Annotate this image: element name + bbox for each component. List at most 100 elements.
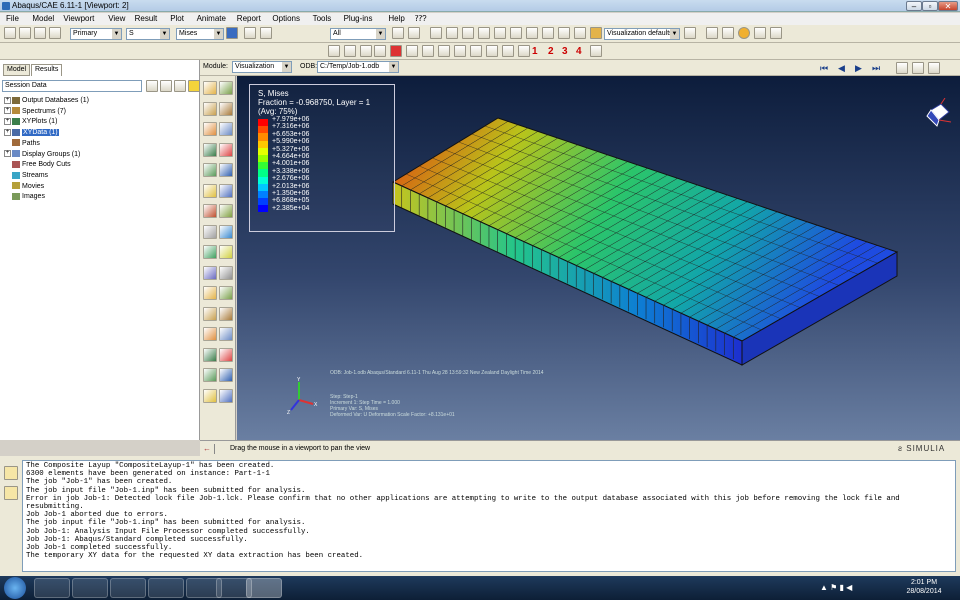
view-cube-icon[interactable]: [923, 97, 957, 128]
menu-4[interactable]: Result: [135, 14, 158, 23]
toolbox-tool-icon[interactable]: [203, 347, 217, 362]
chrome-icon[interactable]: [148, 578, 184, 598]
toolbox-tool-icon[interactable]: [219, 163, 233, 177]
toolbox-tool-icon[interactable]: [219, 286, 233, 300]
rotate-icon[interactable]: [344, 45, 356, 57]
toolbox-tool-icon[interactable]: [203, 388, 217, 403]
toolbox-tool-icon[interactable]: [219, 306, 233, 321]
toolbox-tool-icon[interactable]: [219, 245, 233, 259]
pan-icon[interactable]: [328, 45, 340, 57]
toolbox-tool-icon[interactable]: [219, 224, 233, 239]
toolbox-tool-icon[interactable]: [219, 327, 233, 341]
tree-tool-icon-1[interactable]: [146, 80, 158, 92]
tree-item[interactable]: + Display Groups (1): [4, 150, 80, 159]
menu-11[interactable]: Help: [388, 14, 404, 23]
explorer-icon[interactable]: [72, 578, 108, 598]
open-file-icon[interactable]: [19, 27, 31, 39]
toolbox-tool-icon[interactable]: [219, 388, 233, 403]
toolbox-tool-icon[interactable]: [203, 81, 217, 95]
expand-icon[interactable]: [4, 139, 11, 146]
tool-icon-9[interactable]: [526, 27, 538, 39]
expand-icon[interactable]: +: [4, 107, 11, 115]
menu-7[interactable]: Report: [237, 14, 261, 23]
back-arrow-icon[interactable]: ←: [203, 444, 211, 453]
tool-icon-17[interactable]: [770, 27, 782, 39]
tool-icon-2[interactable]: [408, 27, 420, 39]
step-select[interactable]: Primary ▼: [70, 28, 122, 40]
toolbox-tool-icon[interactable]: [203, 306, 217, 321]
view-2-button[interactable]: 2: [548, 46, 554, 57]
abaqus-task-icon[interactable]: [246, 578, 282, 598]
view-4-button[interactable]: 4: [576, 46, 582, 57]
toolbox-tool-icon[interactable]: [203, 183, 217, 198]
toolbox-tool-icon[interactable]: [203, 122, 217, 136]
tool-icon-18[interactable]: [896, 62, 908, 74]
tab-results[interactable]: Results: [31, 64, 63, 76]
palette-icon[interactable]: [590, 27, 602, 39]
expand-icon[interactable]: +: [4, 128, 11, 136]
tool-icon-10[interactable]: [542, 27, 554, 39]
zoom-icon[interactable]: [374, 45, 386, 57]
odb-select[interactable]: C:/Temp/Job-1.odb ▼: [317, 61, 399, 73]
view-right-icon[interactable]: [502, 45, 514, 57]
toolbox-tool-icon[interactable]: [203, 163, 217, 177]
pause-icon[interactable]: [244, 27, 256, 39]
last-frame-icon[interactable]: ⏭: [872, 63, 880, 74]
close-button[interactable]: ✕: [938, 1, 958, 11]
view-left-icon[interactable]: [486, 45, 498, 57]
minimize-button[interactable]: –: [906, 1, 922, 11]
view-front-icon[interactable]: [422, 45, 434, 57]
toolbox-tool-icon[interactable]: [219, 204, 233, 218]
tab-model[interactable]: Model: [3, 64, 31, 76]
view-1-button[interactable]: 1: [532, 46, 538, 57]
invariant-select[interactable]: Mises ▼: [176, 28, 224, 40]
maximize-button[interactable]: ▫: [922, 1, 938, 11]
expand-icon[interactable]: [4, 172, 11, 179]
tool-icon-16[interactable]: [754, 27, 766, 39]
session-select[interactable]: Session Data: [2, 80, 142, 92]
tool-icon-4[interactable]: [446, 27, 458, 39]
menu-12[interactable]: ⁇?: [415, 14, 427, 23]
toolbox-tool-icon[interactable]: [219, 183, 233, 198]
toolbox-tool-icon[interactable]: [219, 347, 233, 362]
start-button[interactable]: [4, 577, 26, 599]
box-zoom-icon[interactable]: [390, 45, 402, 57]
tree-item[interactable]: Streams: [4, 171, 48, 180]
bulb-icon[interactable]: [188, 80, 200, 92]
toolbox-tool-icon[interactable]: [203, 245, 217, 259]
toolbox-tool-icon[interactable]: [203, 327, 217, 341]
expand-icon[interactable]: +: [4, 150, 11, 158]
toolbox-tool-icon[interactable]: [203, 204, 217, 218]
view-back-icon[interactable]: [438, 45, 450, 57]
tree-item[interactable]: + Spectrums (7): [4, 107, 66, 116]
stack-icon[interactable]: [260, 27, 272, 39]
view-iso-icon[interactable]: [518, 45, 530, 57]
tree-item[interactable]: + Output Databases (1): [4, 96, 89, 105]
toolbox-tool-icon[interactable]: [219, 265, 233, 280]
toolbox-tool-icon[interactable]: [203, 142, 217, 157]
toolbox-tool-icon[interactable]: [203, 101, 217, 116]
expand-icon[interactable]: +: [4, 118, 11, 126]
tree-tool-icon-2[interactable]: [160, 80, 172, 92]
tree-item[interactable]: Images: [4, 192, 45, 201]
tree-tool-icon-3[interactable]: [174, 80, 186, 92]
toolbox-tool-icon[interactable]: [219, 142, 233, 157]
auto-fit-icon[interactable]: [406, 45, 418, 57]
view-bottom-icon[interactable]: [470, 45, 482, 57]
next-frame-icon[interactable]: ▶: [855, 63, 862, 74]
tree-item[interactable]: Movies: [4, 182, 44, 191]
menu-8[interactable]: Options: [272, 14, 300, 23]
toolbox-tool-icon[interactable]: [219, 368, 233, 382]
tool-icon-8[interactable]: [510, 27, 522, 39]
tool-icon-5[interactable]: [462, 27, 474, 39]
expand-icon[interactable]: [4, 161, 11, 168]
tool-icon-12[interactable]: [574, 27, 586, 39]
view-3-button[interactable]: 3: [562, 46, 568, 57]
toolbox-tool-icon[interactable]: [203, 265, 217, 280]
ie-icon[interactable]: [34, 578, 70, 598]
print-icon[interactable]: [49, 27, 61, 39]
sun-icon[interactable]: [738, 27, 750, 39]
python-prompt-icon[interactable]: [4, 486, 18, 500]
previous-frame-icon[interactable]: ◀: [838, 63, 845, 74]
viewport[interactable]: S, Mises Fraction = -0.968750, Layer = 1…: [237, 76, 960, 440]
